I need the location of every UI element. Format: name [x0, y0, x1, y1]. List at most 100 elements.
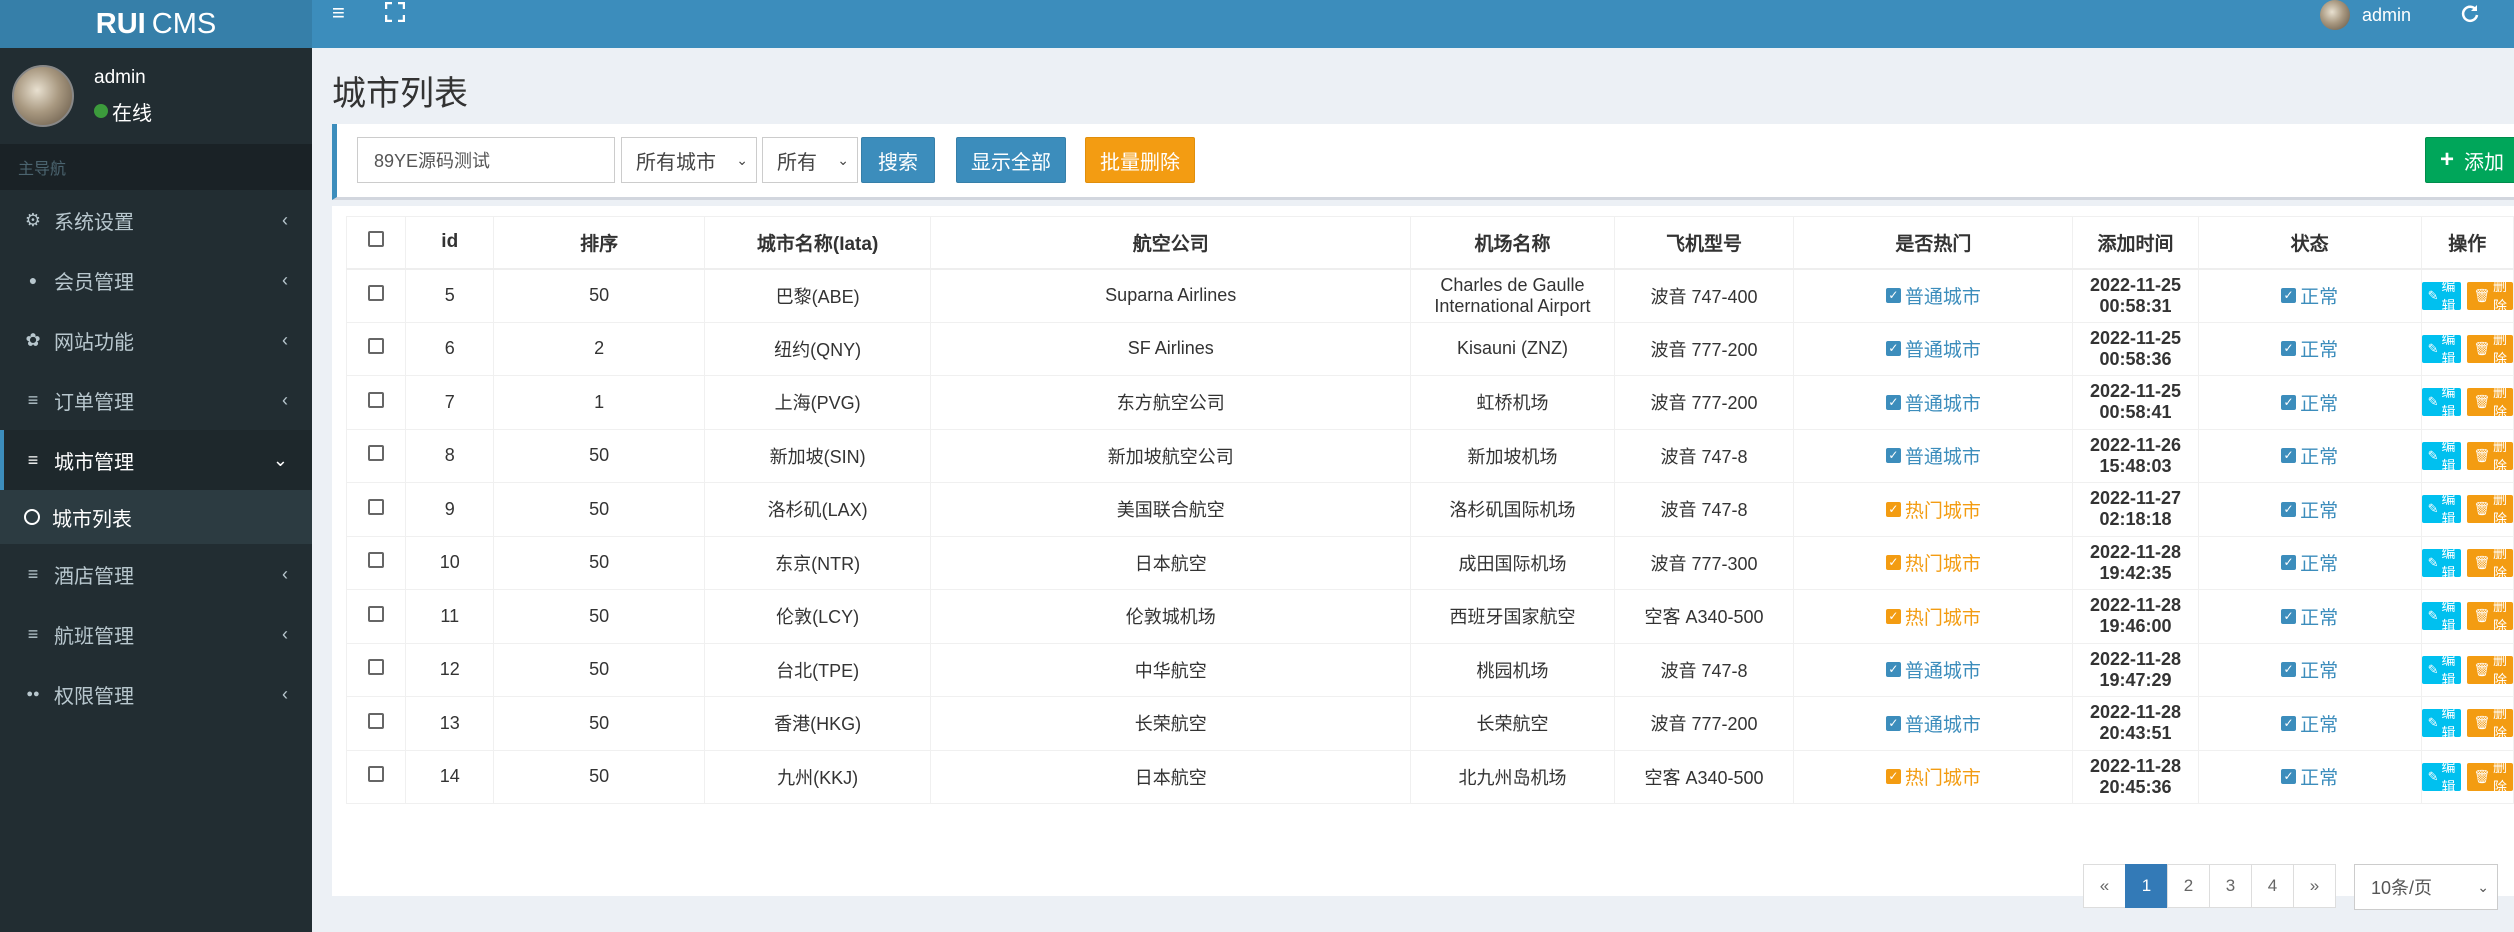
- status-badge[interactable]: ✓ 正常: [2281, 710, 2338, 737]
- sidebar-subitem-city-list[interactable]: 城市列表: [0, 490, 312, 544]
- sidebar-item-5[interactable]: ≡ 酒店管理 ‹: [0, 544, 312, 604]
- sidebar-item-3[interactable]: ≡ 订单管理 ‹: [0, 370, 312, 430]
- cell-airport: Kisauni (ZNZ): [1410, 321, 1615, 376]
- refresh-icon[interactable]: [2460, 0, 2480, 29]
- cell-sort: 50: [493, 749, 706, 804]
- edit-button[interactable]: ✎ 编辑: [2421, 278, 2462, 314]
- row-checkbox[interactable]: [368, 285, 385, 301]
- delete-button[interactable]: 🗑 删除: [2467, 652, 2513, 688]
- edit-button[interactable]: ✎ 编辑: [2421, 438, 2462, 474]
- hot-tag[interactable]: ✓ 热门城市: [1885, 763, 1981, 790]
- edit-button[interactable]: ✎ 编辑: [2421, 384, 2462, 420]
- status-badge[interactable]: ✓ 正常: [2281, 282, 2338, 309]
- delete-button[interactable]: 🗑 删除: [2467, 759, 2513, 795]
- delete-button[interactable]: 🗑 删除: [2467, 598, 2513, 634]
- cell-actions: ✎ 编辑 🗑 删除: [2420, 375, 2514, 430]
- edit-button[interactable]: ✎ 编辑: [2421, 598, 2462, 634]
- menu-toggle-icon[interactable]: ≡: [332, 0, 345, 26]
- fullscreen-icon[interactable]: [384, 0, 406, 28]
- chevron-left-icon: ‹: [282, 209, 288, 230]
- hot-tag[interactable]: ✓ 普通城市: [1885, 282, 1981, 309]
- delete-button[interactable]: 🗑 删除: [2467, 545, 2513, 581]
- delete-button[interactable]: 🗑 删除: [2467, 331, 2513, 367]
- status-badge[interactable]: ✓ 正常: [2281, 389, 2338, 416]
- delete-label: 删除: [2493, 758, 2507, 795]
- city-select[interactable]: 所有城市 ⌄: [621, 137, 757, 183]
- edit-icon: ✎: [2427, 501, 2439, 517]
- edit-button[interactable]: ✎ 编辑: [2421, 759, 2462, 795]
- page-button[interactable]: 1: [2125, 864, 2168, 908]
- sidebar-item-7[interactable]: ●● 权限管理 ‹: [0, 664, 312, 724]
- topbar-user-menu[interactable]: admin: [2320, 0, 2411, 30]
- page-button[interactable]: 3: [2209, 864, 2252, 908]
- cell-airport: 洛杉矶国际机场: [1410, 482, 1615, 537]
- row-checkbox[interactable]: [368, 659, 385, 676]
- row-checkbox[interactable]: [368, 712, 385, 729]
- cell-airline: 日本航空: [930, 535, 1412, 590]
- cell-id: 7: [405, 375, 495, 430]
- plus-icon: +: [2439, 146, 2454, 173]
- row-checkbox[interactable]: [368, 605, 385, 622]
- hot-label: 普通城市: [1904, 287, 1981, 308]
- sidebar-item-4[interactable]: ≡ 城市管理 ⌄: [0, 430, 312, 490]
- edit-button[interactable]: ✎ 编辑: [2421, 331, 2462, 367]
- hot-tag[interactable]: ✓ 普通城市: [1885, 442, 1981, 469]
- cell-id: 9: [405, 482, 495, 537]
- status-badge[interactable]: ✓ 正常: [2281, 549, 2338, 576]
- logo-text: CMS: [151, 7, 217, 40]
- cell-time: 2022-11-28 20:43:51: [2072, 696, 2199, 751]
- type-select[interactable]: 所有 ⌄: [762, 137, 858, 183]
- select-all-checkbox[interactable]: [368, 231, 385, 248]
- search-input[interactable]: [357, 137, 615, 183]
- row-checkbox[interactable]: [368, 391, 385, 408]
- edit-button[interactable]: ✎ 编辑: [2421, 705, 2462, 741]
- status-badge[interactable]: ✓ 正常: [2281, 603, 2338, 630]
- cell-time: 2022-11-25 00:58:31: [2072, 268, 2199, 323]
- show-all-button[interactable]: 显示全部: [956, 137, 1066, 183]
- add-button[interactable]: + 添加: [2425, 137, 2514, 183]
- search-button[interactable]: 搜索: [861, 137, 935, 183]
- sidebar-item-6[interactable]: ≡ 航班管理 ‹: [0, 604, 312, 664]
- sidebar-item-1[interactable]: ● 会员管理 ‹: [0, 250, 312, 310]
- prev-page-button[interactable]: «: [2083, 864, 2126, 908]
- delete-button[interactable]: 🗑 删除: [2467, 705, 2513, 741]
- sidebar-item-0[interactable]: ⚙ 系统设置 ‹: [0, 190, 312, 250]
- hot-tag[interactable]: ✓ 普通城市: [1885, 710, 1981, 737]
- edit-button[interactable]: ✎ 编辑: [2421, 652, 2462, 688]
- list-icon: ≡: [27, 389, 39, 410]
- status-badge[interactable]: ✓ 正常: [2281, 335, 2338, 362]
- hot-tag[interactable]: ✓ 普通城市: [1885, 656, 1981, 683]
- delete-button[interactable]: 🗑 删除: [2467, 278, 2513, 314]
- status-badge[interactable]: ✓ 正常: [2281, 496, 2338, 523]
- hot-tag[interactable]: ✓ 热门城市: [1885, 549, 1981, 576]
- hot-label: 热门城市: [1904, 607, 1981, 629]
- page-button[interactable]: 4: [2251, 864, 2294, 908]
- row-checkbox[interactable]: [368, 766, 385, 783]
- trash-icon: 🗑: [2473, 554, 2490, 570]
- hot-tag[interactable]: ✓ 热门城市: [1885, 603, 1981, 630]
- page-button[interactable]: 2: [2167, 864, 2210, 908]
- hot-tag[interactable]: ✓ 普通城市: [1885, 335, 1981, 362]
- cell-plane: 空客 A340-500: [1613, 589, 1795, 644]
- row-checkbox[interactable]: [368, 338, 385, 355]
- batch-delete-button[interactable]: 批量删除: [1085, 137, 1195, 183]
- edit-button[interactable]: ✎ 编辑: [2421, 491, 2462, 527]
- status-badge[interactable]: ✓ 正常: [2281, 656, 2338, 683]
- sidebar-item-2[interactable]: ✿ 网站功能 ‹: [0, 310, 312, 370]
- delete-button[interactable]: 🗑 删除: [2467, 438, 2513, 474]
- edit-button[interactable]: ✎ 编辑: [2421, 545, 2462, 581]
- next-page-button[interactable]: »: [2293, 864, 2336, 908]
- hot-tag[interactable]: ✓ 普通城市: [1885, 389, 1981, 416]
- delete-button[interactable]: 🗑 删除: [2467, 491, 2513, 527]
- edit-label: 编辑: [2441, 651, 2456, 688]
- row-checkbox[interactable]: [368, 552, 385, 569]
- pagination: «1 2 3 4»: [2083, 864, 2336, 908]
- logo[interactable]: RUI CMS: [0, 0, 312, 48]
- row-checkbox[interactable]: [368, 498, 385, 515]
- delete-button[interactable]: 🗑 删除: [2467, 384, 2513, 420]
- status-badge[interactable]: ✓ 正常: [2281, 763, 2338, 790]
- status-badge[interactable]: ✓ 正常: [2281, 442, 2338, 469]
- row-checkbox[interactable]: [368, 445, 385, 462]
- hot-tag[interactable]: ✓ 热门城市: [1885, 496, 1981, 523]
- per-page-select[interactable]: 10条/页 ⌄: [2354, 864, 2498, 910]
